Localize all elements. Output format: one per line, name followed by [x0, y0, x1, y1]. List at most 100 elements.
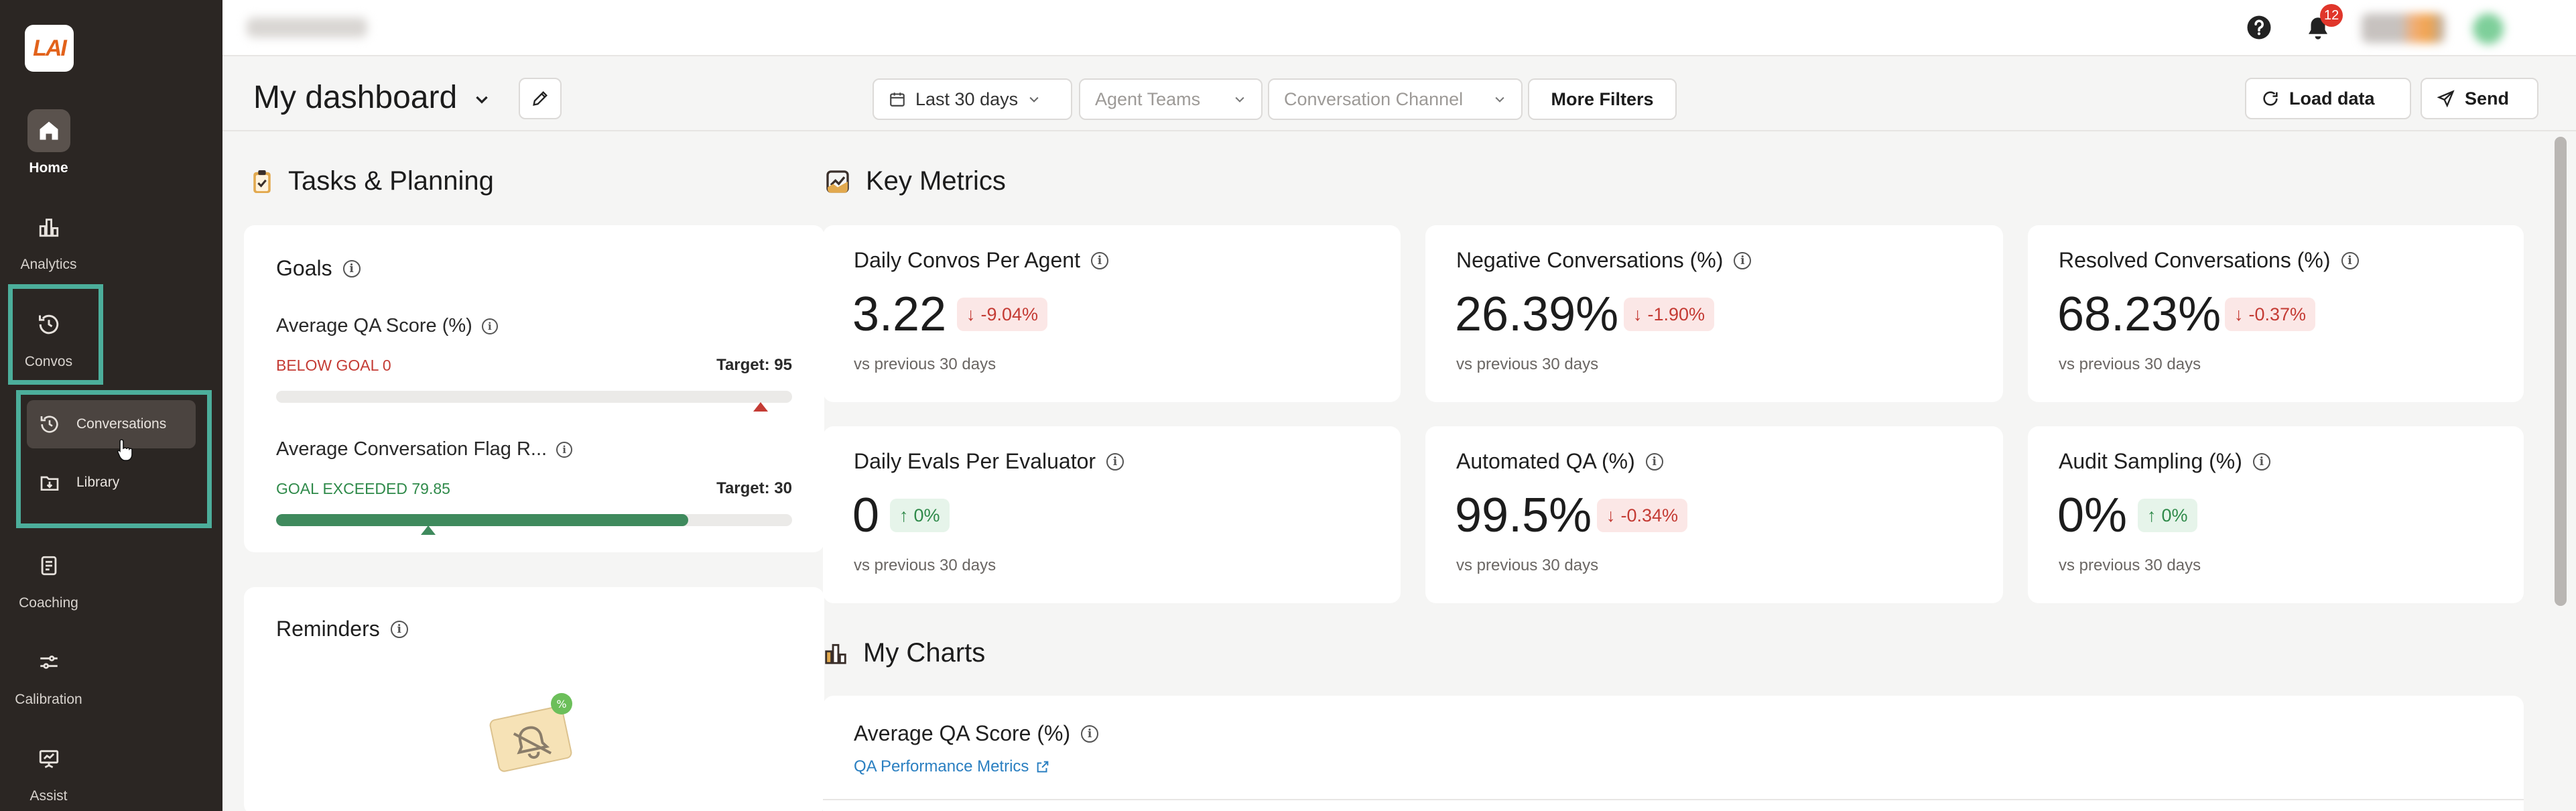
metric-card[interactable]: Daily Convos Per Agent i 3.22 ↓ -9.04% vs … [823, 225, 1401, 402]
info-icon[interactable]: i [1734, 251, 1752, 269]
metric-comparison: vs previous 30 days [854, 556, 996, 574]
avatar[interactable] [2473, 13, 2504, 44]
goal-target: Target: 95 [716, 356, 792, 374]
my-charts-heading: My Charts [823, 638, 985, 668]
chart-card: Average QA Score (%) i QA Performance Met… [823, 696, 2524, 811]
nav-calibration[interactable]: Calibration [0, 641, 97, 708]
submenu-library[interactable]: Library [27, 458, 196, 507]
goal-progress-track [276, 514, 792, 526]
conversation-channel-dropdown[interactable]: Conversation Channel [1268, 78, 1523, 120]
metric-title-text: Automated QA (%) [1456, 449, 1635, 473]
metric-delta: -9.04% [980, 304, 1039, 324]
presentation-icon [27, 737, 70, 780]
target-marker-icon [753, 402, 768, 412]
metric-delta-badge: ↓ -0.37% [2225, 298, 2316, 331]
nav-home[interactable]: Home [0, 109, 97, 176]
info-icon[interactable]: i [1106, 452, 1124, 471]
submenu-library-label: Library [76, 475, 120, 490]
info-icon[interactable]: i [1645, 452, 1663, 471]
notifications-button[interactable]: 12 [2304, 4, 2343, 43]
metric-card[interactable]: Negative Conversations (%) i 26.39% ↓ -1.9… [1425, 225, 2003, 402]
info-icon[interactable]: i [390, 620, 408, 638]
info-icon[interactable]: i [1081, 725, 1099, 743]
convos-highlight [8, 284, 103, 385]
metric-delta-badge: ↓ -9.04% [957, 298, 1048, 331]
goal-progress-fill [276, 514, 689, 526]
metric-card[interactable]: Audit Sampling (%) i 0% ↑ 0% vs previous 3… [2028, 426, 2524, 603]
metric-delta: -0.34% [1620, 505, 1679, 525]
metric-delta-badge: ↑ 0% [890, 499, 950, 532]
history-icon [40, 416, 58, 433]
top-bar [222, 0, 2576, 56]
metric-delta: -0.37% [2248, 304, 2307, 324]
logo-text: LAI [33, 35, 67, 61]
info-icon[interactable]: i [481, 318, 498, 334]
page-title[interactable]: My dashboard [253, 79, 491, 116]
help-button[interactable] [2245, 13, 2273, 42]
agent-teams-dropdown[interactable]: Agent Teams [1079, 78, 1263, 120]
external-link-icon [1037, 761, 1049, 773]
metric-title-text: Negative Conversations (%) [1456, 248, 1724, 272]
reminders-title: Reminders i [276, 617, 408, 641]
metric-title: Resolved Conversations (%) i [2059, 248, 2359, 273]
nav-calibration-label: Calibration [15, 692, 82, 707]
metric-comparison: vs previous 30 days [2059, 355, 2201, 373]
info-icon[interactable]: i [2252, 452, 2270, 471]
folder-download-icon [40, 476, 59, 491]
nav-coaching[interactable]: Coaching [0, 544, 97, 611]
arrow-up-icon: ↑ [899, 505, 909, 525]
key-metrics-heading-text: Key Metrics [866, 166, 1006, 196]
help-icon [2247, 15, 2271, 40]
arrow-down-icon: ↓ [2234, 304, 2244, 324]
arrow-up-icon: ↑ [2147, 505, 2156, 525]
blurred-title [247, 17, 367, 38]
nav-home-label: Home [29, 160, 68, 176]
tasks-planning-heading: Tasks & Planning [251, 166, 494, 196]
arrow-down-icon: ↓ [966, 304, 976, 324]
app-logo[interactable]: LAI [25, 25, 74, 72]
metric-title-text: Daily Convos Per Agent [854, 248, 1080, 272]
date-range-label: Last 30 days [915, 88, 1019, 109]
metric-card[interactable]: Daily Evals Per Evaluator i 0 ↑ 0% vs prev… [823, 426, 1401, 603]
metric-comparison: vs previous 30 days [2059, 556, 2201, 574]
info-icon[interactable]: i [556, 441, 573, 458]
metric-title: Negative Conversations (%) i [1456, 248, 1752, 273]
info-icon[interactable]: i [2341, 251, 2359, 269]
target-marker-icon [421, 525, 436, 535]
sidebar: LAI Home Analytics Convos Conversations … [0, 0, 222, 811]
reminders-card: Reminders i % [244, 587, 824, 811]
edit-dashboard-button[interactable] [519, 78, 562, 119]
metric-title: Daily Convos Per Agent i [854, 248, 1108, 273]
more-filters-button[interactable]: More Filters [1528, 78, 1677, 120]
refresh-icon [2263, 91, 2278, 106]
load-data-button[interactable]: Load data [2245, 78, 2411, 119]
metric-card[interactable]: Automated QA (%) i 99.5% ↓ -0.34% vs previ… [1425, 426, 2003, 603]
qa-performance-link[interactable]: QA Performance Metrics [854, 757, 1050, 776]
date-range-dropdown[interactable]: Last 30 days [873, 78, 1072, 120]
metric-value: 0 [852, 489, 880, 542]
my-charts-heading-text: My Charts [863, 638, 986, 668]
goal-status: GOAL EXCEEDED 79.85 [276, 480, 450, 497]
goal-name-text: Average Conversation Flag R... [276, 438, 548, 460]
metric-value: 68.23% [2057, 288, 2221, 341]
info-icon[interactable]: i [342, 259, 361, 277]
nav-analytics[interactable]: Analytics [0, 206, 97, 273]
metric-value: 0% [2057, 489, 2128, 542]
notification-count-badge: 12 [2320, 4, 2343, 27]
line-chart-icon [826, 170, 849, 193]
conversation-channel-label: Conversation Channel [1284, 88, 1464, 109]
nav-coaching-label: Coaching [19, 595, 78, 611]
arrow-down-icon: ↓ [1606, 505, 1616, 525]
goals-title: Goals i [276, 256, 361, 281]
info-icon[interactable]: i [1090, 251, 1108, 269]
send-button[interactable]: Send [2421, 78, 2538, 119]
metric-delta-badge: ↓ -0.34% [1597, 499, 1688, 532]
goals-card: Goals i Average QA Score (%) i BELOW GOA… [244, 225, 824, 552]
submenu-conversations[interactable]: Conversations [27, 400, 196, 448]
nav-assist[interactable]: Assist [0, 737, 97, 804]
scrollbar[interactable] [2555, 137, 2567, 606]
qa-performance-link-text: QA Performance Metrics [854, 757, 1029, 775]
metric-card[interactable]: Resolved Conversations (%) i 68.23% ↓ -0.3… [2028, 225, 2524, 402]
divider [823, 799, 2524, 800]
agent-teams-label: Agent Teams [1095, 88, 1201, 109]
